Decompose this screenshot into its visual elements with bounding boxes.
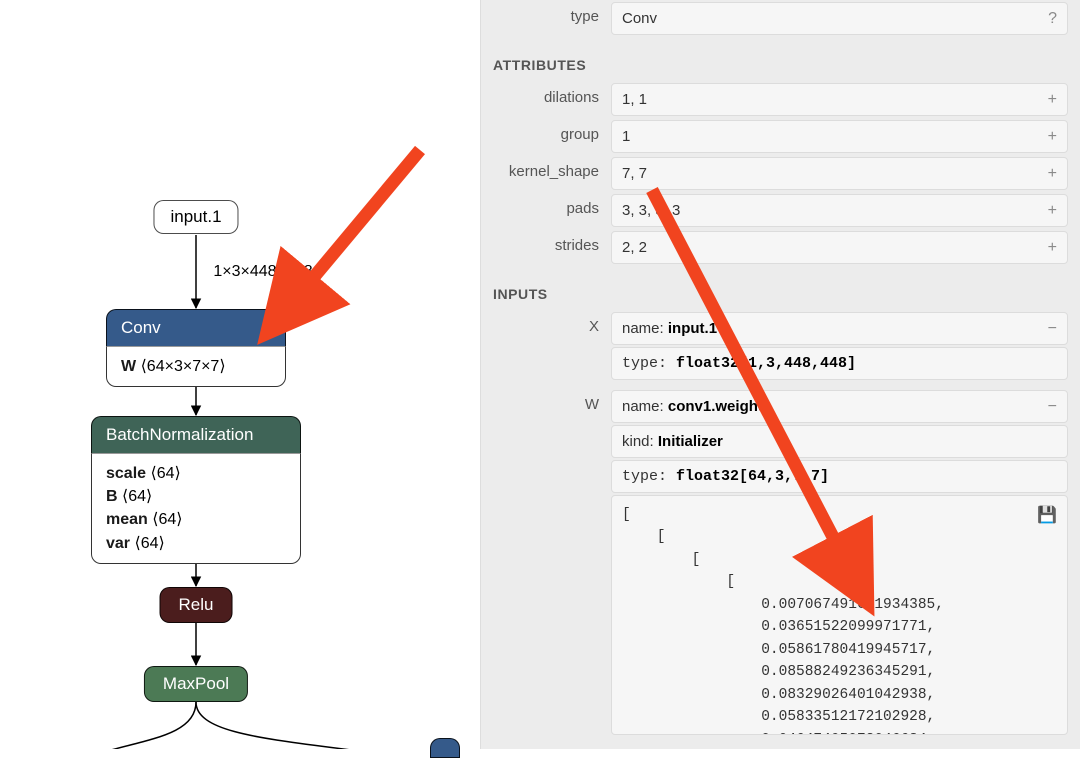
expand-icon[interactable]: + xyxy=(1048,166,1057,182)
graph-node-batchnorm-body: scale ⟨64⟩ B ⟨64⟩ mean ⟨64⟩ var ⟨64⟩ xyxy=(91,453,301,564)
attr-strides-label: strides xyxy=(481,231,611,254)
graph-node-relu[interactable]: Relu xyxy=(160,587,233,623)
input-x-name-field[interactable]: name: input.1 − xyxy=(611,312,1068,345)
input-x-type-field: type: float32[1,3,448,448] xyxy=(611,347,1068,380)
type-label: type xyxy=(481,2,611,25)
attr-group-label: group xyxy=(481,120,611,143)
tensor-data-dump: 💾 [ [ [ [ 0.007067491651934385, 0.0365152… xyxy=(611,495,1068,735)
collapse-icon[interactable]: − xyxy=(1048,399,1057,415)
graph-node-input[interactable]: input.1 xyxy=(153,200,238,234)
expand-icon[interactable]: + xyxy=(1048,129,1057,145)
type-value: Conv xyxy=(622,10,657,27)
input-w-name-field[interactable]: name: conv1.weight − xyxy=(611,390,1068,423)
attr-dilations-label: dilations xyxy=(481,83,611,106)
section-inputs: INPUTS xyxy=(481,266,1080,310)
graph-node-conv[interactable]: Conv W ⟨64×3×7×7⟩ xyxy=(106,309,286,387)
properties-sidebar: type Conv ? ATTRIBUTES dilations 1, 1 + … xyxy=(481,0,1080,749)
graph-node-input-label: input.1 xyxy=(153,200,238,234)
graph-node-batchnorm-header: BatchNormalization xyxy=(91,416,301,453)
attr-group-field[interactable]: 1 + xyxy=(611,120,1068,153)
input-x-label: X xyxy=(481,312,611,335)
input-w-kind-field: kind: Initializer xyxy=(611,425,1068,458)
attr-kernel-shape-field[interactable]: 7, 7 + xyxy=(611,157,1068,190)
help-icon[interactable]: ? xyxy=(1048,11,1057,27)
attr-pads-label: pads xyxy=(481,194,611,217)
input-w-label: W xyxy=(481,390,611,413)
graph-node-peek xyxy=(430,738,460,758)
attr-kernel-shape-label: kernel_shape xyxy=(481,157,611,180)
expand-icon[interactable]: + xyxy=(1048,92,1057,108)
graph-node-batchnorm[interactable]: BatchNormalization scale ⟨64⟩ B ⟨64⟩ mea… xyxy=(91,416,301,564)
graph-node-maxpool[interactable]: MaxPool xyxy=(144,666,248,702)
graph-node-conv-body: W ⟨64×3×7×7⟩ xyxy=(106,346,286,387)
expand-icon[interactable]: + xyxy=(1048,203,1057,219)
type-field[interactable]: Conv ? xyxy=(611,2,1068,35)
attr-dilations-field[interactable]: 1, 1 + xyxy=(611,83,1068,116)
input-w-type-field: type: float32[64,3,7,7] xyxy=(611,460,1068,493)
model-graph-panel[interactable]: input.1 1×3×448×448 Conv W ⟨64×3×7×7⟩ Ba… xyxy=(0,0,481,749)
collapse-icon[interactable]: − xyxy=(1048,321,1057,337)
graph-node-conv-header: Conv xyxy=(106,309,286,346)
graph-node-relu-label: Relu xyxy=(160,587,233,623)
attr-pads-field[interactable]: 3, 3, 3, 3 + xyxy=(611,194,1068,227)
tensor-text: [ [ [ [ 0.007067491651934385, 0.03651522… xyxy=(622,507,944,735)
section-attributes: ATTRIBUTES xyxy=(481,37,1080,81)
save-icon[interactable]: 💾 xyxy=(1037,504,1057,529)
expand-icon[interactable]: + xyxy=(1048,240,1057,256)
graph-node-maxpool-label: MaxPool xyxy=(144,666,248,702)
graph-edge-shape-label: 1×3×448×448 xyxy=(213,263,312,281)
attr-strides-field[interactable]: 2, 2 + xyxy=(611,231,1068,264)
